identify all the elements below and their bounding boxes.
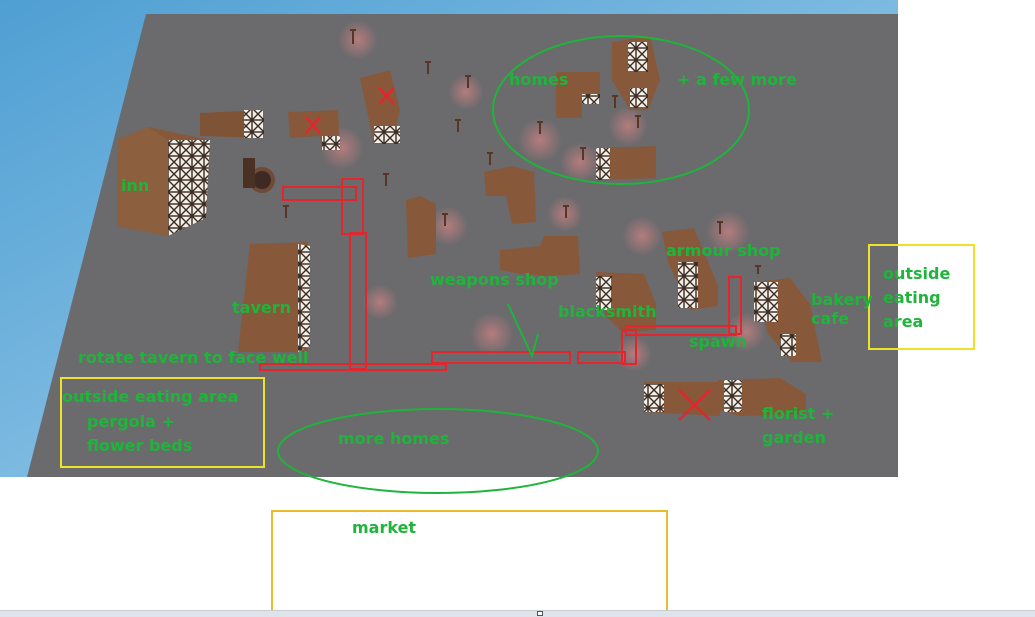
label-garden: garden [762,428,826,447]
label-spawn: spawn [689,332,747,351]
label-blacksmith: blacksmith [558,302,657,321]
building-homes-3[interactable] [596,146,656,180]
building-inn-annex[interactable] [200,110,264,138]
label-armour-shop: armour shop [666,241,781,260]
label-tavern: tavern [232,298,292,317]
building-small-center[interactable] [406,196,436,258]
label-inn: inn [121,176,150,195]
label-market: market [352,518,417,537]
label-outside-eating-area-left: outside eating area [62,387,239,406]
label-homes: homes [509,70,569,89]
resize-handle[interactable] [537,611,543,616]
label-weapons-shop: weapons shop [430,270,559,289]
label-outside-right: outside [883,264,951,283]
label-flower-beds: flower beds [87,436,193,455]
label-florist: florist + [762,404,835,423]
label-cafe: cafe [811,309,850,328]
label-rotate-tavern: rotate tavern to face well [78,348,309,367]
label-pergola: pergola + [87,412,175,431]
label-eating-right: eating [883,288,941,307]
market-box [271,510,668,612]
label-a-few-more: + a few more [677,70,797,89]
label-area-right: area [883,312,924,331]
label-more-homes: more homes [338,429,450,448]
